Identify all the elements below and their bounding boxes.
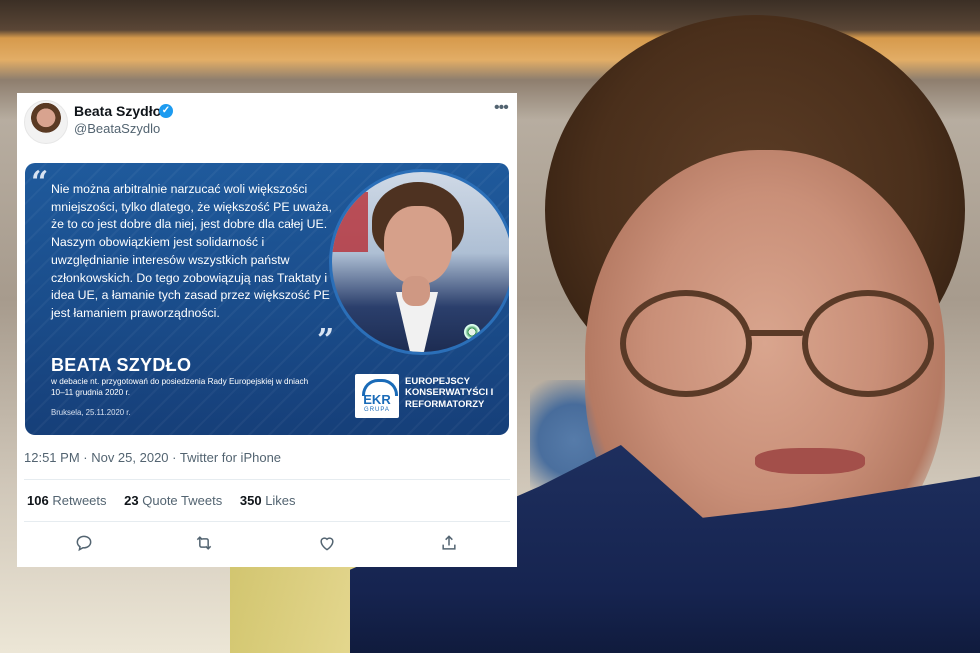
portrait-hand <box>402 276 430 306</box>
author-handle[interactable]: @BeataSzydlo <box>74 121 160 136</box>
reply-icon[interactable] <box>74 533 98 557</box>
more-options-icon[interactable]: ••• <box>494 99 509 117</box>
speaker-portrait <box>329 169 509 355</box>
tweet-stats: 106 Retweets 23 Quote Tweets 350 Likes <box>27 493 310 508</box>
tweet-actions <box>17 531 517 559</box>
place-date: Bruksela, 25.11.2020 r. <box>51 408 131 417</box>
likes-count: 350 <box>239 493 262 508</box>
ekr-logo-grupa: GRUPA <box>364 407 390 413</box>
divider-top <box>24 479 510 480</box>
likes-label: Likes <box>265 493 296 508</box>
avatar[interactable] <box>24 100 68 144</box>
glasses-bridge <box>746 330 804 336</box>
quote-close-mark: ” <box>317 323 335 358</box>
speaker-mouth <box>755 448 865 474</box>
share-icon[interactable] <box>439 533 463 557</box>
quote-open-mark: “ <box>31 165 49 200</box>
tweet-header: Beata Szydło ✓ @BeataSzydlo ••• <box>17 93 517 153</box>
quote-tweets-stat[interactable]: 23 Quote Tweets <box>124 493 222 508</box>
tweet-meta: 12:51 PM · Nov 25, 2020 · Twitter for iP… <box>24 450 281 465</box>
retweets-count: 106 <box>27 493 49 508</box>
likes-stat[interactable]: 350 Likes <box>240 493 296 508</box>
quote-text: Nie można arbitralnie narzucać woli więk… <box>51 182 332 320</box>
retweets-label: Retweets <box>52 493 107 508</box>
speaker-name: BEATA SZYDŁO <box>51 355 192 375</box>
quotes-label: Quote Tweets <box>142 493 223 508</box>
quotes-count: 23 <box>124 493 139 508</box>
author-name[interactable]: Beata Szydło <box>74 103 161 119</box>
glasses-right-lens <box>802 290 934 397</box>
portrait-brooch <box>464 324 480 340</box>
tweet-timestamp[interactable]: 12:51 PM · Nov 25, 2020 <box>24 450 169 465</box>
ekr-logo-abbr: EKR <box>363 392 391 407</box>
retweets-stat[interactable]: 106 Retweets <box>27 493 107 508</box>
divider-bottom <box>24 521 510 522</box>
glasses-left-lens <box>620 290 752 397</box>
portrait-red-flag <box>332 192 368 252</box>
retweet-icon[interactable] <box>194 533 218 557</box>
verified-badge-icon: ✓ <box>159 104 173 118</box>
like-icon[interactable] <box>317 533 341 557</box>
group-name: EUROPEJSCY KONSERWATYŚCI I REFORMATORZY <box>405 376 494 410</box>
meta-separator: · <box>172 450 180 465</box>
speech-context: w debacie nt. przygotowań do posiedzenia… <box>51 377 309 397</box>
portrait-face <box>384 206 452 284</box>
tweet-image[interactable]: “ Nie można arbitralnie narzucać woli wi… <box>25 163 509 435</box>
tweet-source[interactable]: Twitter for iPhone <box>180 450 281 465</box>
ekr-logo: EKR GRUPA <box>355 374 399 418</box>
tweet-card: Beata Szydło ✓ @BeataSzydlo ••• “ Nie mo… <box>17 93 517 567</box>
